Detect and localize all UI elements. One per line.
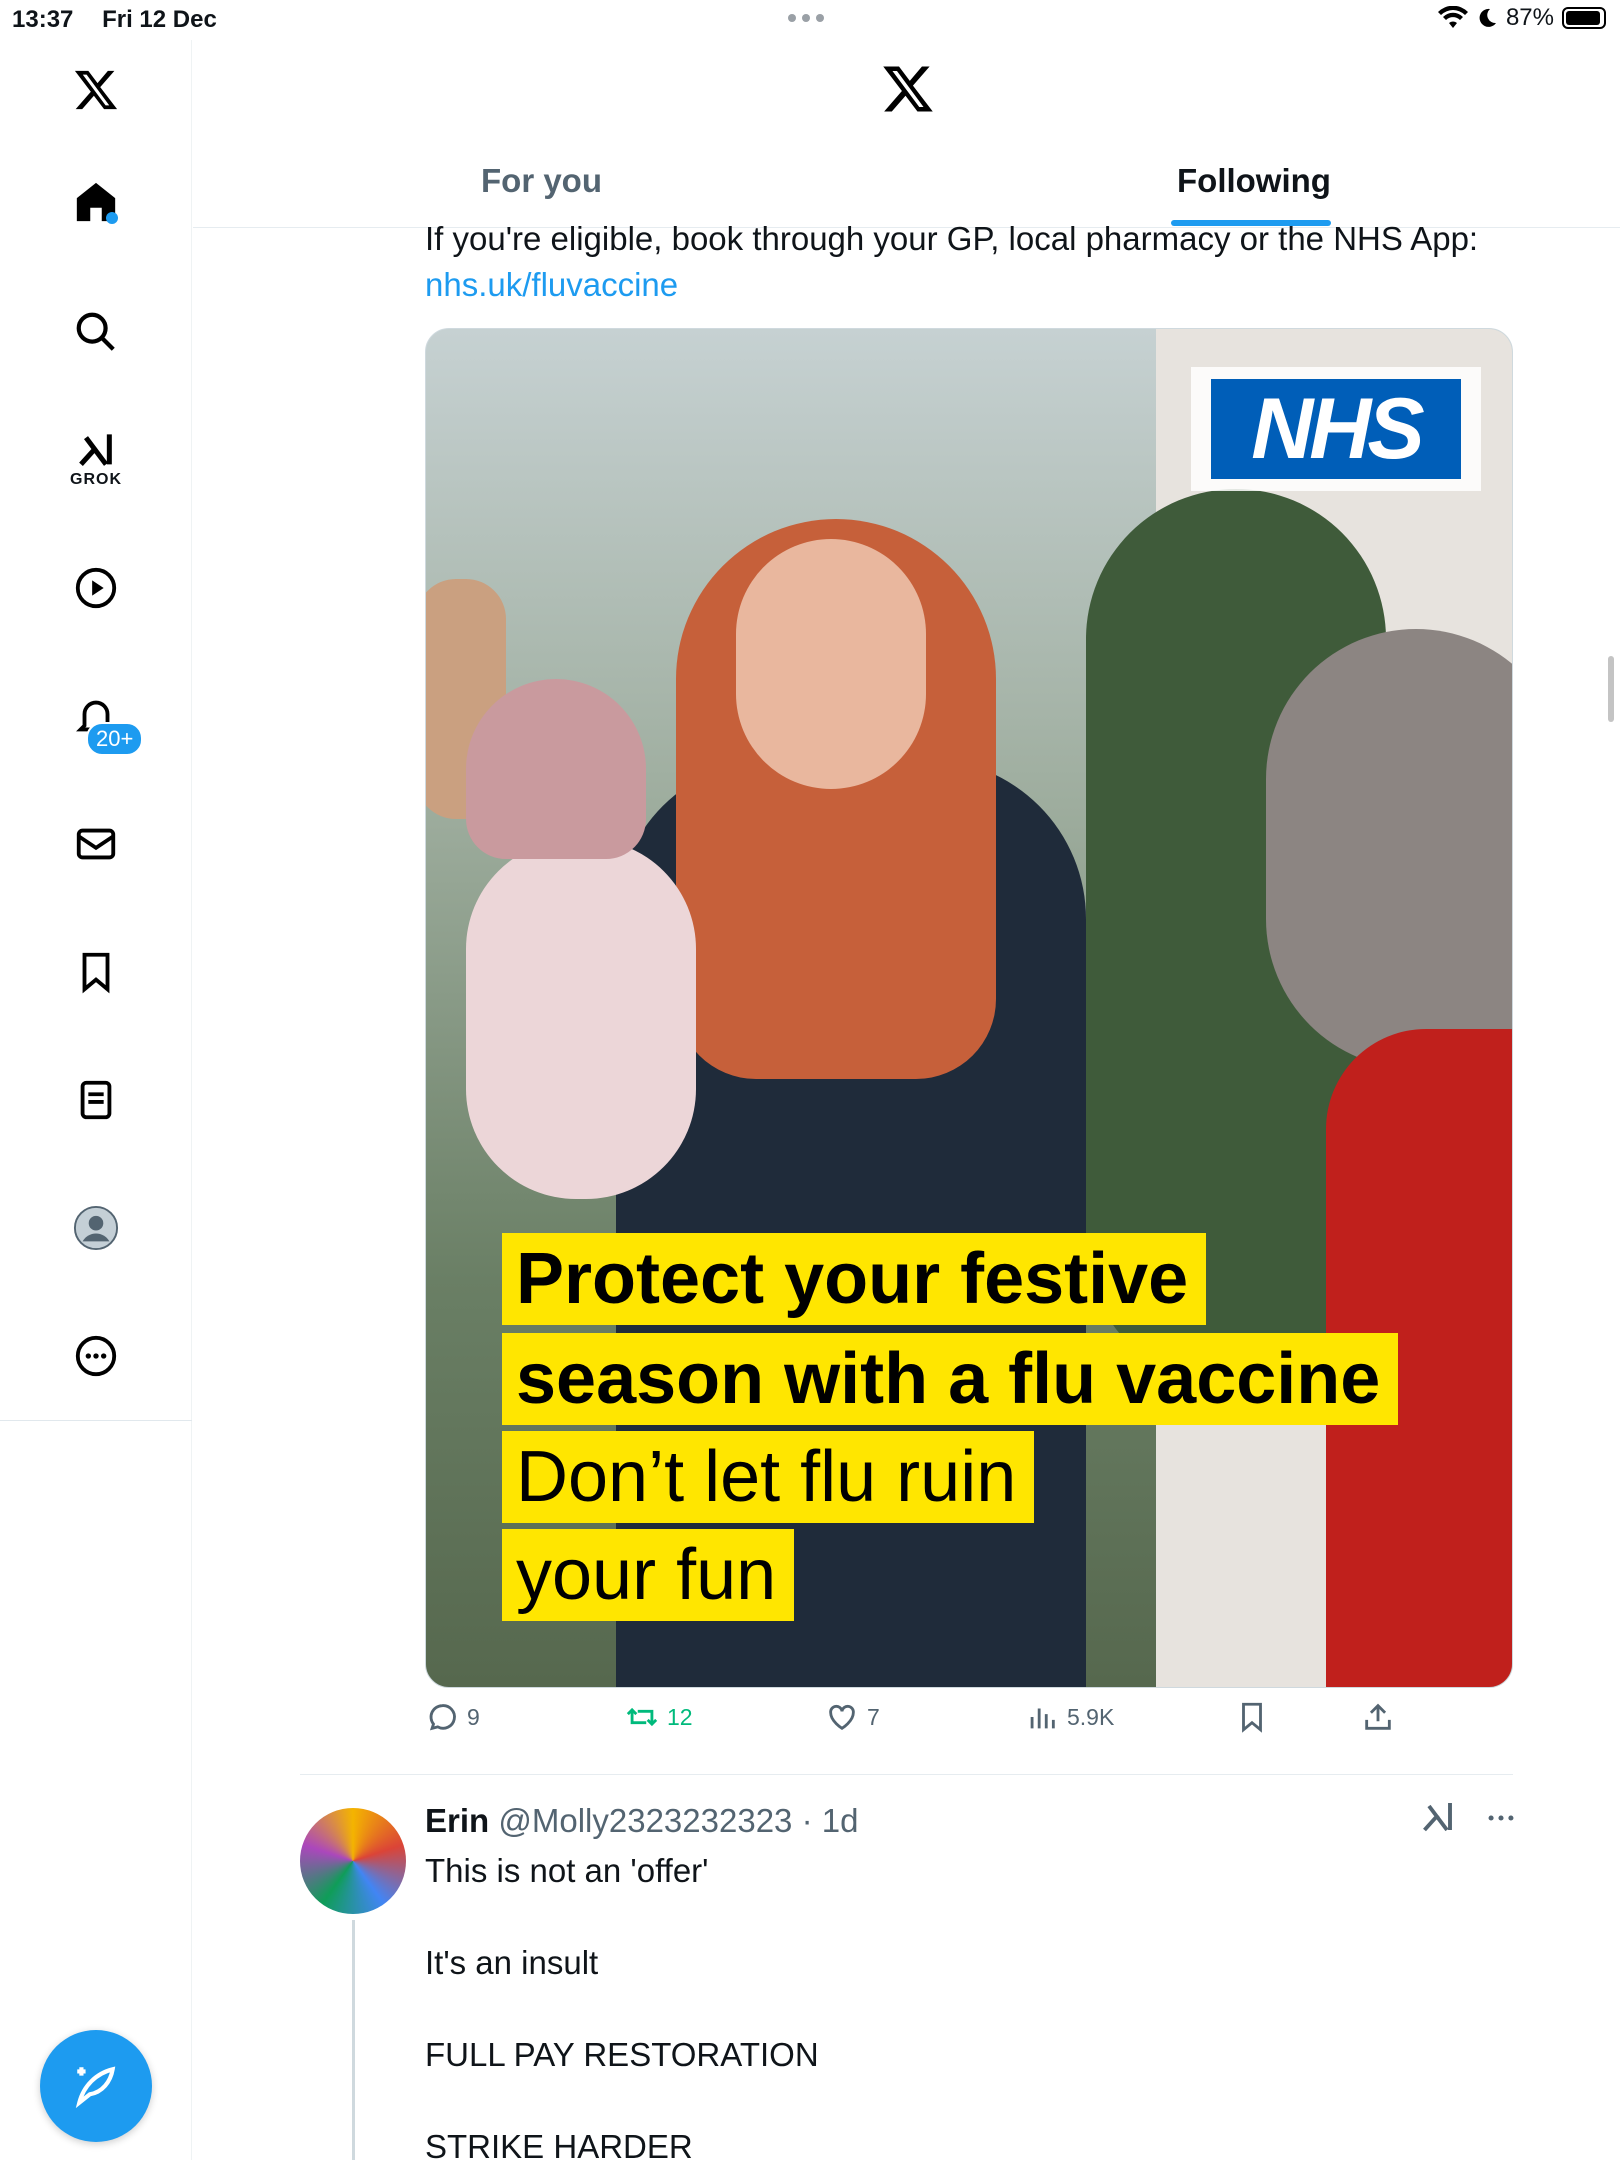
retweet-button[interactable]: 12 [625,1700,693,1734]
wifi-icon [1437,6,1468,28]
list-icon[interactable] [56,1060,136,1140]
photo-baby-hat [466,679,646,859]
battery-percent: 87% [1505,4,1554,31]
tab-for-you[interactable]: For you [481,162,602,200]
caption-line-4: your fun [502,1529,795,1621]
home-notification-dot [106,212,118,224]
bookmark-icon [1242,1702,1262,1733]
like-button[interactable]: 7 [825,1700,880,1734]
bookmark-tweet-button[interactable] [1235,1700,1269,1734]
photo-face [736,539,926,789]
caption-line-1: Protect your festive [502,1233,1207,1325]
moon-icon [1479,8,1496,27]
heart-icon [829,1704,855,1731]
grok-icon[interactable]: GROK [56,420,136,500]
caption-line-2: season with a flu vaccine [502,1333,1399,1425]
share-button[interactable] [1361,1700,1395,1734]
tweet-actions: 9 12 7 5.9K [425,1700,1425,1750]
profile-icon[interactable] [56,1188,136,1268]
grok-label: GROK [70,471,122,488]
home-icon[interactable] [56,162,136,242]
mail-icon[interactable] [56,804,136,884]
caption-1-wrap: Protect your festive [502,1233,1207,1325]
retweet-count: 12 [667,1703,693,1730]
tweet-media-image[interactable]: NHS Protect your festive season with a f… [425,328,1513,1688]
sidebar-divider [0,1420,192,1421]
retweet-icon [626,1707,658,1727]
reply-count: 9 [467,1703,480,1730]
nhs-logo: NHS [1211,379,1461,479]
reply-author-handle[interactable]: @Molly2323232323 [498,1802,792,1839]
like-count: 7 [867,1703,880,1730]
grok-icon[interactable] [1420,1800,1456,1836]
reply-timestamp[interactable]: · 1d [802,1802,859,1839]
sidebar: GROK 20+ [0,40,192,2160]
scroll-indicator[interactable] [1608,656,1614,722]
notification-badge: 20+ [86,722,144,756]
search-icon[interactable] [56,292,136,372]
tweet-body: If you're eligible, book through your GP… [425,220,1479,257]
compose-button[interactable] [40,2030,152,2142]
caption-line-3: Don’t let flu ruin [502,1431,1035,1523]
play-icon[interactable] [56,548,136,628]
view-count: 5.9K [1067,1703,1115,1730]
reply-header: Erin @Molly2323232323 · 1d [425,1798,858,1844]
x-logo-icon[interactable] [56,50,136,130]
caption-2-wrap: season with a flu vaccine [502,1333,1399,1425]
views-icon [1030,1708,1055,1729]
reply-avatar[interactable] [300,1808,406,1914]
battery-icon [1562,7,1606,29]
compose-icon [75,2066,116,2109]
status-date: Fri 12 Dec [102,6,217,33]
more-options-icon[interactable] [1484,1801,1518,1835]
tweet-link[interactable]: nhs.uk/fluvaccine [425,262,1525,308]
tab-following[interactable]: Following [1177,162,1331,200]
caption-3-wrap: Don’t let flu ruin [502,1431,1035,1523]
tweet-text: If you're eligible, book through your GP… [425,216,1525,308]
status-time: 13:37 [12,6,74,33]
timeline-header: For you Following [193,40,1620,228]
multitasking-dots-icon[interactable] [788,14,824,22]
reply-icon [429,1704,456,1731]
reply-author-name[interactable]: Erin [425,1802,489,1839]
status-bar: 13:37 Fri 12 Dec 87% [0,0,1620,40]
share-icon [1365,1703,1391,1730]
thread-line [352,1920,355,2160]
tweet-divider [300,1774,1513,1775]
photo-older-woman [1266,629,1512,1069]
views-button[interactable]: 5.9K [1025,1700,1114,1734]
reply-text: This is not an 'offer' It's an insult FU… [425,1852,819,2165]
x-header-logo-icon[interactable] [881,62,935,121]
caption-4-wrap: your fun [502,1529,795,1621]
photo-baby [466,839,696,1199]
bookmark-icon[interactable] [56,932,136,1012]
more-icon[interactable] [56,1316,136,1396]
reply-button[interactable]: 9 [425,1700,480,1734]
reply-header-icons [1420,1800,1518,1836]
